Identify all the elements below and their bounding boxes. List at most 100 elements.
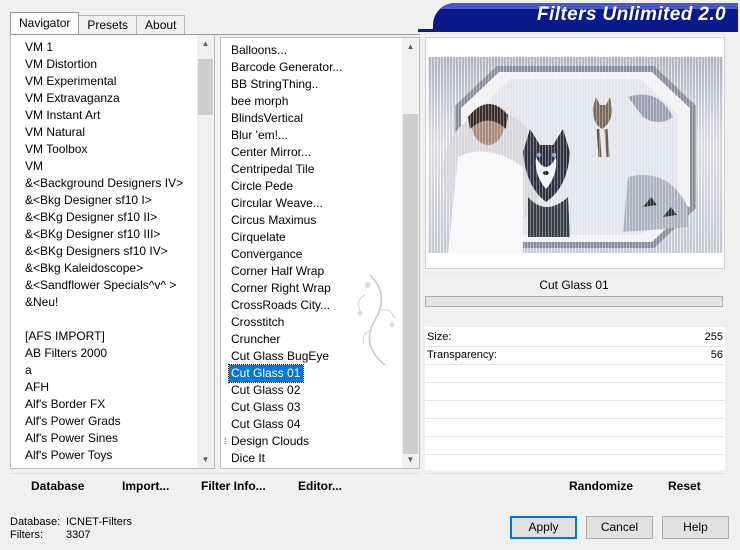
filter-item[interactable]: Circular Weave... [221,195,402,212]
scroll-up-icon[interactable]: ▲ [402,38,419,55]
database-info: Database: ICNET-Filters Filters: 3307 [10,516,132,542]
category-scroll-thumb[interactable] [198,59,213,115]
category-item[interactable]: &<BKg Designers sf10 IV> [11,243,197,260]
divider [425,400,725,401]
category-item[interactable]: [AFS IMPORT] [11,328,197,345]
divider [425,364,725,365]
tab-bar: Navigator Presets About [10,12,186,34]
filter-item[interactable]: Cut Glass BugEye [221,348,402,365]
filter-item[interactable]: bee morph [221,93,402,110]
selected-filter-name: Cut Glass 01 [425,273,723,295]
category-item[interactable]: Alf's Power Grads [11,413,197,430]
preview-artwork [428,57,723,253]
param-label: Size: [427,331,452,343]
preview-panel [425,37,725,269]
category-item[interactable]: VM Experimental [11,73,197,90]
filter-item[interactable]: CrossRoads City... [221,297,402,314]
filter-item[interactable]: Design Clouds [221,433,402,450]
scroll-down-icon[interactable]: ▼ [197,451,214,468]
app-banner: Filters Unlimited 2.0 [433,3,738,29]
banner-underline [418,29,738,32]
category-item[interactable] [11,311,197,328]
category-item[interactable]: VM Toolbox [11,141,197,158]
tab-navigator[interactable]: Navigator [10,12,80,34]
filter-item[interactable]: Cut Glass 01 [227,364,305,383]
divider [425,418,725,419]
filter-item[interactable]: Balloons... [221,42,402,59]
grip-icon: ⁞ [224,436,227,446]
filter-item[interactable]: Cirquelate [221,229,402,246]
param-value: 255 [704,331,723,343]
category-item[interactable]: &<Sandflower Specials^v^ > [11,277,197,294]
preview-slider[interactable] [425,296,723,307]
category-item[interactable]: VM Instant Art [11,107,197,124]
parameter-panel: Size: 255 Transparency: 56 [425,327,725,470]
randomize-button[interactable]: Randomize [569,479,633,493]
category-item[interactable]: a [11,362,197,379]
filter-info-button[interactable]: Filter Info... [201,479,266,493]
filter-list[interactable]: Balloons... Barcode Generator... BB String… [220,37,420,469]
param-row-transparency[interactable]: Transparency: 56 [425,347,725,364]
filter-item[interactable]: Convergance [221,246,402,263]
category-item[interactable]: &<Bkg Kaleidoscope> [11,260,197,277]
tab-about[interactable]: About [136,15,186,34]
filter-scrollbar[interactable]: ▲ ▼ [402,38,419,468]
preview-image [428,57,723,253]
filter-item[interactable]: BlindsVertical [221,110,402,127]
param-value: 56 [710,349,723,361]
filter-item[interactable]: Cut Glass 02 [221,382,402,399]
category-item[interactable]: VM Natural [11,124,197,141]
filter-item[interactable]: Cut Glass 03 [221,399,402,416]
filter-item[interactable]: Circle Pede [221,178,402,195]
editor-button[interactable]: Editor... [298,479,342,493]
category-list[interactable]: VM 1 VM Distortion VM Experimental VM Extra… [10,35,215,469]
category-item[interactable]: &<BKg Designer sf10 II> [11,209,197,226]
category-item[interactable]: AB Filters 2000 [11,345,197,362]
filters-label: Filters: [10,529,43,541]
filters-value: 3307 [66,529,91,541]
import-button[interactable]: Import... [122,479,169,493]
cancel-button[interactable]: Cancel [586,516,653,539]
filter-items: Balloons... Barcode Generator... BB String… [221,42,402,467]
param-row-size[interactable]: Size: 255 [425,329,725,346]
category-item[interactable]: AFH [11,379,197,396]
filter-item[interactable]: Crosstitch [221,314,402,331]
filter-item[interactable]: BB StringThing.. [221,76,402,93]
param-label: Transparency: [427,349,497,361]
category-item[interactable]: VM [11,158,197,175]
filter-item[interactable]: Blur 'em!... [221,127,402,144]
category-item[interactable]: VM Extravaganza [11,90,197,107]
scroll-up-icon[interactable]: ▲ [197,35,214,52]
filter-item[interactable]: Cut Glass 04 [221,416,402,433]
category-item[interactable]: &<Background Designers IV> [11,175,197,192]
category-item[interactable]: Alf's Power Toys [11,447,197,464]
category-scrollbar[interactable]: ▲ ▼ [197,35,214,468]
database-button[interactable]: Database [31,479,84,493]
filter-item[interactable]: Circus Maximus [221,212,402,229]
divider [425,454,725,455]
filter-item[interactable]: Corner Half Wrap [221,263,402,280]
filter-item[interactable]: Cruncher [221,331,402,348]
help-button[interactable]: Help [662,516,729,539]
filter-scroll-thumb[interactable] [403,114,418,454]
filter-item[interactable]: Dice It [221,450,402,467]
scroll-down-icon[interactable]: ▼ [402,451,419,468]
category-item[interactable]: &Neu! [11,294,197,311]
database-label: Database: [10,516,61,528]
category-item[interactable]: &<BKg Designer sf10 III> [11,226,197,243]
category-item[interactable]: Alf's Power Sines [11,430,197,447]
category-item[interactable]: Alf's Border FX [11,396,197,413]
filter-item[interactable]: Barcode Generator... [221,59,402,76]
filter-item[interactable]: Center Mirror... [221,144,402,161]
divider [425,382,725,383]
apply-button[interactable]: Apply [510,516,577,539]
divider [425,436,725,437]
category-item[interactable]: &<Bkg Designer sf10 I> [11,192,197,209]
category-item[interactable]: VM Distortion [11,56,197,73]
reset-button[interactable]: Reset [668,479,701,493]
app-title: Filters Unlimited 2.0 [537,4,726,25]
tab-presets[interactable]: Presets [78,15,138,34]
filter-item[interactable]: Corner Right Wrap [221,280,402,297]
filter-item[interactable]: Centripedal Tile [221,161,402,178]
category-item[interactable]: VM 1 [11,39,197,56]
